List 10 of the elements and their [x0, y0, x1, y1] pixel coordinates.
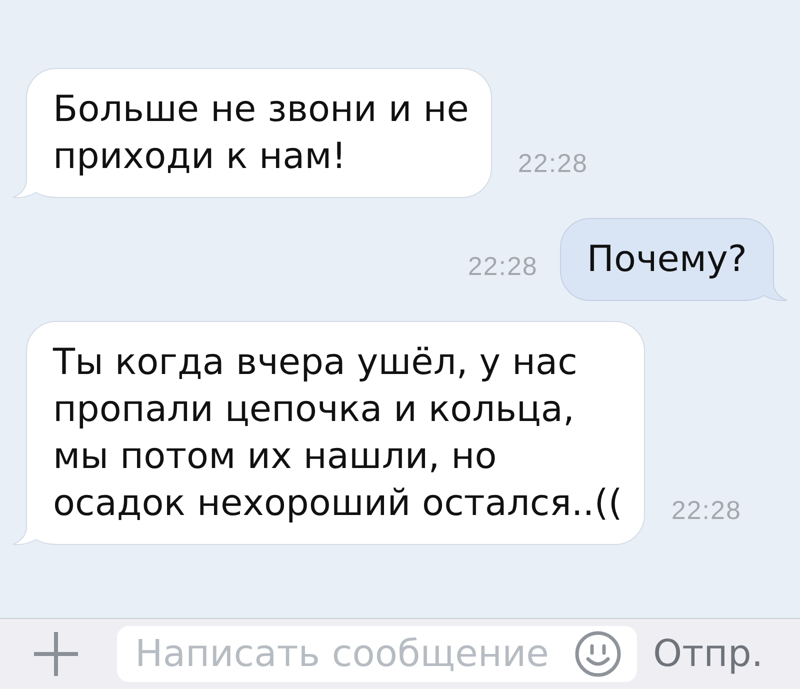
message-text: Ты когда вчера ушёл, у нас пропали цепочка и кольца, мы потом их нашли, но осадок нехороший остался..((: [53, 341, 622, 526]
message-text: Больше не звони и не приходи к нам!: [53, 88, 469, 179]
message-text: Почему?: [586, 238, 747, 282]
message-time: 22:28: [671, 495, 742, 525]
message-time: 22:28: [468, 251, 538, 281]
message-input[interactable]: Написать сообщение: [117, 626, 637, 682]
send-button[interactable]: Отпр.: [653, 626, 764, 682]
smiley-icon[interactable]: [575, 631, 621, 677]
message-time: 22:28: [518, 148, 588, 178]
plus-icon[interactable]: [34, 632, 78, 676]
